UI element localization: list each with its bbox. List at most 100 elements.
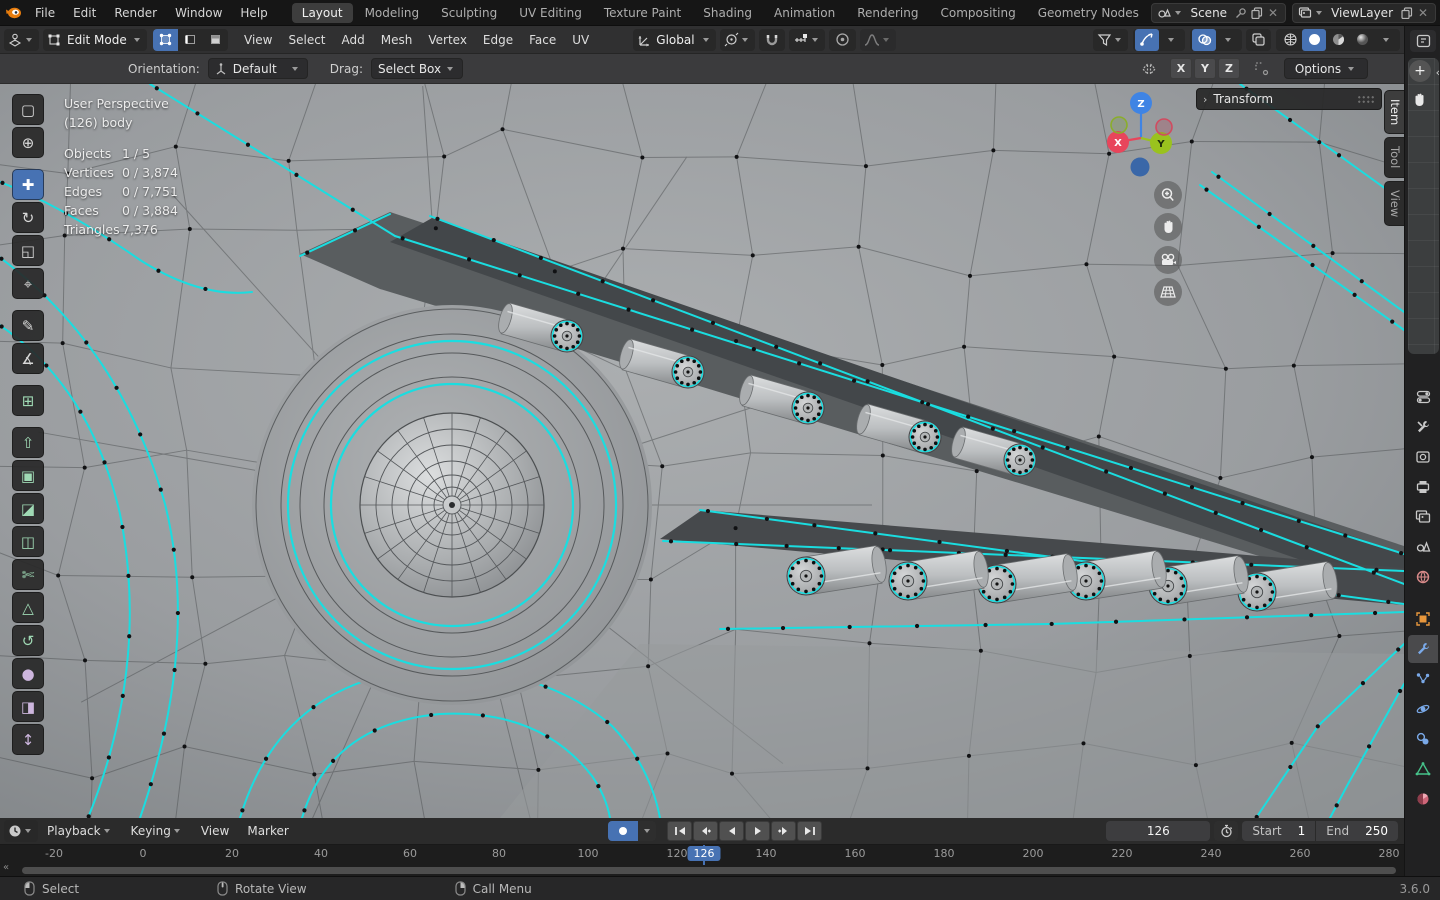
- tool-transform-button[interactable]: ⌖: [12, 268, 44, 299]
- tool-select-box-button[interactable]: ▢: [12, 94, 44, 125]
- tool-extrude-region-button[interactable]: ⇧: [12, 427, 44, 458]
- xray-toggle[interactable]: [1246, 29, 1271, 51]
- workspace-tab-geometry-nodes[interactable]: Geometry Nodes: [1028, 3, 1149, 23]
- tool-spin-button[interactable]: ↺: [12, 625, 44, 656]
- play-button[interactable]: [745, 821, 770, 841]
- use-preview-range-icon[interactable]: [1214, 821, 1238, 841]
- play-reverse-button[interactable]: [719, 821, 744, 841]
- prev-keyframe-button[interactable]: [693, 821, 718, 841]
- properties-tab-object-data[interactable]: [1408, 755, 1438, 783]
- show-gizmos-toggle[interactable]: [1135, 29, 1159, 51]
- viewport-menu-add[interactable]: Add: [334, 26, 373, 54]
- gizmo-neg-y-axis[interactable]: [1111, 117, 1127, 133]
- proportional-editing-toggle[interactable]: [829, 29, 856, 51]
- timeline-menu-keying[interactable]: Keying: [122, 824, 192, 838]
- panel-grip-icon[interactable]: [1357, 95, 1375, 104]
- proportional-falloff-selector[interactable]: [860, 29, 896, 51]
- properties-tab-render[interactable]: [1408, 443, 1438, 471]
- viewlayer-name[interactable]: ViewLayer: [1325, 6, 1399, 20]
- tool-knife-button[interactable]: ✄: [12, 559, 44, 590]
- menu-file[interactable]: File: [26, 0, 64, 26]
- properties-tab-particles[interactable]: [1408, 665, 1438, 693]
- mirror-axis-y[interactable]: Y: [1194, 58, 1216, 79]
- properties-editor-type-button[interactable]: [1410, 30, 1436, 52]
- workspace-tab-uv-editing[interactable]: UV Editing: [509, 3, 592, 23]
- editor-type-button[interactable]: [4, 29, 39, 51]
- snap-corner-icon[interactable]: [1248, 61, 1274, 77]
- workspace-tab-shading[interactable]: Shading: [693, 3, 762, 23]
- workspace-tab-sculpting[interactable]: Sculpting: [431, 3, 507, 23]
- sidebar-tab-item[interactable]: Item: [1384, 90, 1404, 134]
- menu-window[interactable]: Window: [166, 0, 231, 26]
- scene-selector[interactable]: Scene ✕: [1151, 3, 1286, 23]
- frame-end-field[interactable]: End250: [1315, 821, 1398, 841]
- gizmos-dropdown[interactable]: [1159, 29, 1183, 51]
- sidebar-tab-view[interactable]: View: [1384, 181, 1404, 226]
- tool-rotate-button[interactable]: ↻: [12, 202, 44, 233]
- drag-dropdown[interactable]: Select Box: [371, 58, 463, 79]
- properties-tab-output[interactable]: [1408, 473, 1438, 501]
- timeline-menu-view[interactable]: View: [192, 824, 238, 838]
- viewport-camera-button[interactable]: [1154, 246, 1182, 274]
- snap-toggle[interactable]: [759, 29, 785, 51]
- timeline-expand-icon[interactable]: «: [3, 862, 9, 873]
- workspace-tab-animation[interactable]: Animation: [764, 3, 845, 23]
- transform-orientation-selector[interactable]: Global: [633, 29, 715, 51]
- auto-keying-toggle[interactable]: [608, 821, 638, 841]
- sidebar-tab-tool[interactable]: Tool: [1384, 137, 1404, 177]
- region-collapse-icon[interactable]: ‹: [1436, 66, 1440, 79]
- snap-target-selector[interactable]: [789, 29, 825, 51]
- overlays-dropdown[interactable]: [1216, 29, 1240, 51]
- face-select-icon[interactable]: [203, 29, 228, 51]
- next-keyframe-button[interactable]: [771, 821, 796, 841]
- viewlayer-selector[interactable]: ViewLayer ✕: [1292, 3, 1436, 23]
- menu-help[interactable]: Help: [231, 0, 276, 26]
- blender-logo-icon[interactable]: [0, 5, 26, 20]
- timeline-scroll-handle[interactable]: [22, 867, 1396, 874]
- menu-render[interactable]: Render: [105, 0, 166, 26]
- viewport-menu-vertex[interactable]: Vertex: [420, 26, 475, 54]
- properties-tab-physics[interactable]: [1408, 695, 1438, 723]
- shading-wireframe-icon[interactable]: [1278, 29, 1302, 51]
- current-frame-badge[interactable]: 126: [688, 846, 721, 861]
- jump-to-start-button[interactable]: [667, 821, 692, 841]
- timeline-menu-playback[interactable]: Playback: [38, 824, 122, 838]
- viewport-menu-uv[interactable]: UV: [564, 26, 597, 54]
- properties-tab-material[interactable]: [1408, 785, 1438, 813]
- tool-measure-button[interactable]: ∡: [12, 343, 44, 374]
- properties-tab-modifiers[interactable]: [1408, 635, 1438, 663]
- mirror-axis-z[interactable]: Z: [1218, 58, 1240, 79]
- pin-icon[interactable]: [1233, 5, 1249, 21]
- toolbar-expand-button[interactable]: +: [1409, 60, 1431, 82]
- transform-panel-header[interactable]: › Transform: [1196, 88, 1382, 110]
- shading-rendered-icon[interactable]: [1350, 29, 1374, 51]
- tool-edge-slide-button[interactable]: ◨: [12, 691, 44, 722]
- viewport-zoom-button[interactable]: [1154, 181, 1182, 209]
- workspace-tab-compositing[interactable]: Compositing: [930, 3, 1025, 23]
- tool-scale-button[interactable]: ◱: [12, 235, 44, 266]
- mirror-axis-x[interactable]: X: [1170, 58, 1192, 79]
- menu-edit[interactable]: Edit: [64, 0, 105, 26]
- tool-smooth-button[interactable]: ●: [12, 658, 44, 689]
- object-visibility-selector[interactable]: [1093, 29, 1128, 51]
- workspace-tab-layout[interactable]: Layout: [292, 3, 353, 23]
- shading-solid-icon[interactable]: [1302, 29, 1326, 51]
- tool-bevel-button[interactable]: ◪: [12, 493, 44, 524]
- timeline-menu-marker[interactable]: Marker: [238, 824, 297, 838]
- timeline-editor-type-button[interactable]: [4, 820, 38, 842]
- jump-to-end-button[interactable]: [797, 821, 822, 841]
- new-viewlayer-icon[interactable]: [1399, 5, 1415, 21]
- vertex-select-icon[interactable]: [153, 29, 178, 51]
- gizmo-neg-x-axis[interactable]: [1156, 119, 1172, 135]
- show-overlays-toggle[interactable]: [1192, 29, 1216, 51]
- properties-tab-tool[interactable]: [1408, 413, 1438, 441]
- properties-tab-view-layer[interactable]: [1408, 503, 1438, 531]
- tool-annotate-button[interactable]: ✎: [12, 310, 44, 341]
- workspace-tab-modeling[interactable]: Modeling: [355, 3, 430, 23]
- viewport-menu-select[interactable]: Select: [280, 26, 333, 54]
- edge-select-icon[interactable]: [178, 29, 203, 51]
- tool-cursor-button[interactable]: ⊕: [12, 127, 44, 158]
- tool-poly-build-button[interactable]: △: [12, 592, 44, 623]
- scene-name[interactable]: Scene: [1184, 6, 1233, 20]
- shading-material-icon[interactable]: [1326, 29, 1350, 51]
